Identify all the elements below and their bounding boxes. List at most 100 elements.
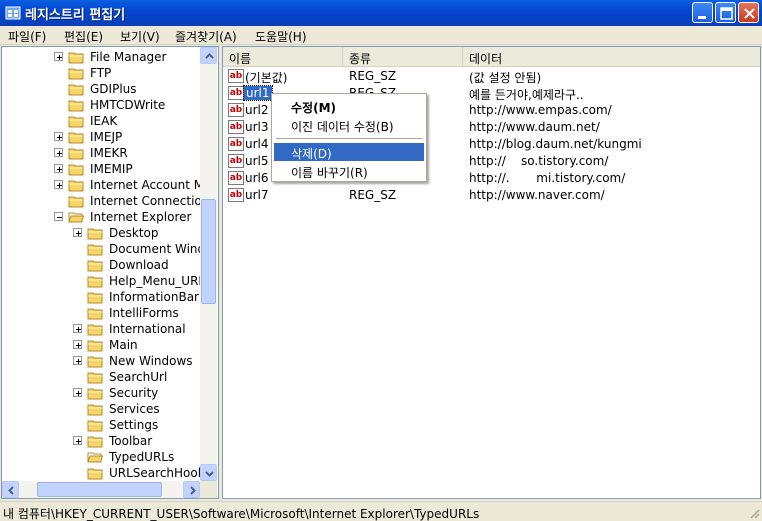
folder-icon xyxy=(68,196,84,208)
close-button[interactable] xyxy=(738,2,759,23)
tree-item-label: Security xyxy=(109,386,159,400)
expand-icon[interactable] xyxy=(54,52,63,61)
expand-icon[interactable] xyxy=(73,356,82,365)
ctx-delete-item[interactable]: 삭제(D) xyxy=(274,143,424,161)
tree-item[interactable]: Main xyxy=(2,337,200,353)
string-value-icon: ab xyxy=(228,120,244,134)
string-value-icon: ab xyxy=(228,69,244,83)
tree-item-label: GDIPlus xyxy=(90,82,137,96)
tree-item-label: Toolbar xyxy=(109,434,153,448)
value-name: url6 xyxy=(245,171,269,185)
string-value-icon: ab xyxy=(228,103,244,117)
folder-icon xyxy=(87,292,103,304)
tree-item-label: IntelliForms xyxy=(109,306,179,320)
minimize-icon xyxy=(698,16,706,19)
tree-item[interactable]: Internet Connection xyxy=(2,193,209,209)
column-data[interactable]: 데이터 xyxy=(463,47,760,67)
menu-view[interactable]: 보기(V) xyxy=(120,28,160,45)
title-bar[interactable]: 레지스트리 편집기 xyxy=(0,0,762,26)
tree-item[interactable]: InformationBar xyxy=(2,289,200,305)
tree-item[interactable]: Desktop xyxy=(2,225,200,241)
expand-icon[interactable] xyxy=(73,228,82,237)
expand-icon[interactable] xyxy=(54,164,63,173)
value-name: url2 xyxy=(245,103,269,117)
key-tree-pane[interactable]: File Manager FTP GDIPlus HMTCDWrite IEAK IMEJ… xyxy=(1,46,219,499)
value-type: REG_SZ xyxy=(349,188,397,202)
folder-icon xyxy=(87,228,103,240)
tree-item[interactable]: SearchUrl xyxy=(2,369,200,385)
string-value-icon: ab xyxy=(228,171,244,185)
tree-item[interactable]: Security xyxy=(2,385,200,401)
value-data: http://www.daum.net/ xyxy=(469,120,600,134)
expand-icon[interactable] xyxy=(73,436,82,445)
tree-item-label: International xyxy=(109,322,186,336)
tree-item-label: Main xyxy=(109,338,138,352)
tree-item[interactable]: FTP xyxy=(2,65,200,81)
scroll-down-button[interactable] xyxy=(200,464,217,481)
scroll-thumb[interactable] xyxy=(201,199,216,304)
scroll-right-button[interactable] xyxy=(183,481,200,498)
tree-item[interactable]: IMEKR xyxy=(2,145,200,161)
tree-item-label: Internet Explorer xyxy=(90,210,192,224)
tree-item[interactable]: TypedURLs xyxy=(2,449,200,465)
tree-item[interactable]: HMTCDWrite xyxy=(2,97,200,113)
collapse-icon[interactable] xyxy=(54,212,63,221)
tree-item[interactable]: Internet Explorer xyxy=(2,209,200,225)
tree-item-label: Services xyxy=(109,402,160,416)
tree-item[interactable]: IntelliForms xyxy=(2,305,200,321)
tree-item[interactable]: GDIPlus xyxy=(2,81,200,97)
maximize-button[interactable] xyxy=(715,2,736,23)
tree-item[interactable]: Settings xyxy=(2,417,200,433)
tree-item[interactable]: Document Windo xyxy=(2,241,212,257)
tree-item[interactable]: IMEMIP xyxy=(2,161,200,177)
folder-icon xyxy=(87,276,103,288)
ctx-modify-item[interactable]: 수정(M) xyxy=(274,97,424,115)
tree-item[interactable]: International xyxy=(2,321,200,337)
value-row[interactable]: ab url7 REG_SZ http://www.naver.com/ xyxy=(223,187,760,204)
value-name: url7 xyxy=(245,188,269,202)
scroll-up-button[interactable] xyxy=(200,47,217,64)
expand-icon[interactable] xyxy=(73,324,82,333)
column-type[interactable]: 종류 xyxy=(343,47,463,67)
folder-icon xyxy=(87,260,103,272)
folder-icon xyxy=(68,100,84,112)
scroll-left-button[interactable] xyxy=(2,481,19,498)
context-menu: 수정(M) 이진 데이터 수정(B) 삭제(D) 이름 바꾸기(R) xyxy=(271,93,427,182)
menu-edit[interactable]: 편집(E) xyxy=(64,28,103,45)
value-data: http://blog.daum.net/kungmi xyxy=(469,137,642,151)
expand-icon[interactable] xyxy=(54,148,63,157)
ctx-modify-binary-item[interactable]: 이진 데이터 수정(B) xyxy=(274,116,424,134)
resize-grip-icon[interactable] xyxy=(748,507,760,519)
menu-help[interactable]: 도움말(H) xyxy=(255,28,307,45)
column-name[interactable]: 이름 xyxy=(223,47,343,67)
menu-favorites[interactable]: 즐겨찾기(A) xyxy=(175,28,237,45)
tree-item[interactable]: Help_Menu_URL xyxy=(2,273,205,289)
menu-file[interactable]: 파일(F) xyxy=(8,28,46,45)
value-row[interactable]: ab (기본값) REG_SZ (값 설정 안됨) xyxy=(223,68,760,85)
tree-vertical-scrollbar[interactable] xyxy=(200,47,217,481)
chevron-right-icon xyxy=(190,486,196,495)
tree-item-label: IMEJP xyxy=(90,130,123,144)
tree-item[interactable]: IEAK xyxy=(2,113,200,129)
tree-item[interactable]: IMEJP xyxy=(2,129,200,145)
tree-horizontal-scrollbar[interactable] xyxy=(2,481,200,498)
expand-icon[interactable] xyxy=(54,180,63,189)
open-folder-icon xyxy=(87,452,103,463)
tree-item[interactable]: Services xyxy=(2,401,200,417)
tree-item[interactable]: Toolbar xyxy=(2,433,200,449)
value-name: url1 xyxy=(243,85,273,101)
hscroll-thumb[interactable] xyxy=(37,482,162,497)
tree-item[interactable]: Download xyxy=(2,257,200,273)
minimize-button[interactable] xyxy=(692,2,713,23)
tree-item[interactable]: File Manager xyxy=(2,49,200,65)
ctx-rename-item[interactable]: 이름 바꾸기(R) xyxy=(274,162,424,180)
expand-icon[interactable] xyxy=(73,340,82,349)
folder-icon xyxy=(68,52,84,64)
tree-item[interactable]: New Windows xyxy=(2,353,200,369)
tree-item[interactable]: URLSearchHook xyxy=(2,465,205,481)
folder-icon xyxy=(87,372,103,384)
expand-icon[interactable] xyxy=(73,388,82,397)
folder-icon xyxy=(87,356,103,368)
expand-icon[interactable] xyxy=(54,132,63,141)
tree-item[interactable]: Internet Account Ma xyxy=(2,177,211,193)
